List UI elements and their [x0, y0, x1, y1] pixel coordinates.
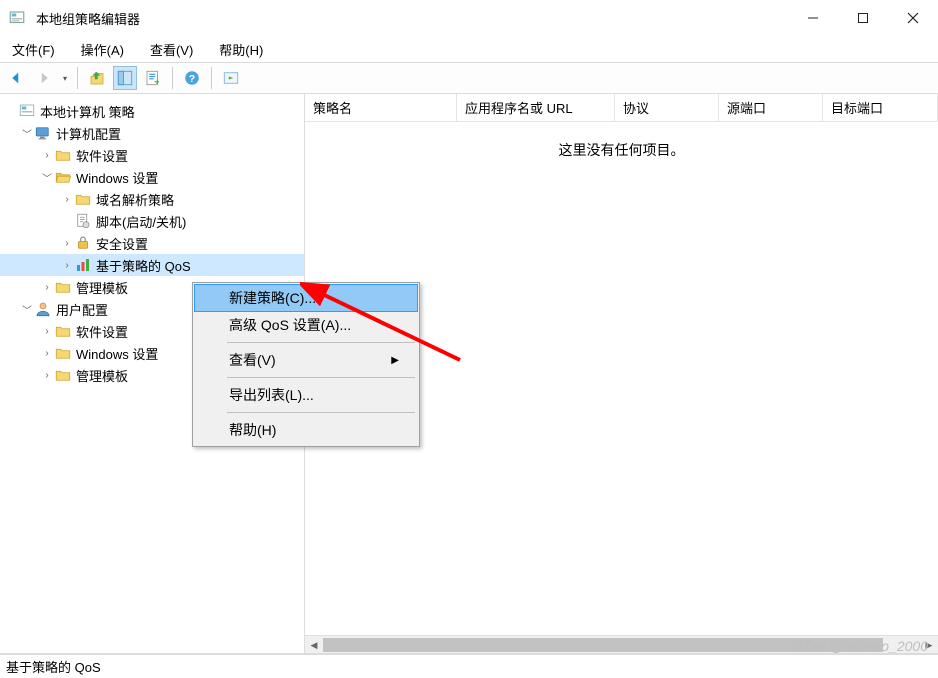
tree-label: 软件设置	[76, 146, 128, 165]
tree-label: 域名解析策略	[96, 190, 174, 209]
tree-root[interactable]: ▸ 本地计算机 策略	[0, 100, 304, 122]
col-source-port[interactable]: 源端口	[719, 94, 823, 121]
svg-text:?: ?	[189, 73, 195, 85]
folder-icon	[54, 344, 72, 362]
col-protocol[interactable]: 协议	[615, 94, 719, 121]
ctx-view[interactable]: 查看(V) ▶	[195, 346, 417, 374]
titlebar: 本地组策略编辑器	[0, 0, 938, 36]
ctx-separator	[227, 412, 415, 413]
tree-root-label: 本地计算机 策略	[40, 102, 135, 121]
qos-icon	[74, 256, 92, 274]
close-button[interactable]	[888, 0, 938, 36]
folder-icon	[74, 190, 92, 208]
col-app-or-url[interactable]: 应用程序名或 URL	[457, 94, 615, 121]
tree-label: 计算机配置	[56, 124, 121, 143]
lock-icon	[74, 234, 92, 252]
tree-label: 管理模板	[76, 278, 128, 297]
show-hide-tree-button[interactable]	[113, 66, 137, 90]
show-hide-action-button[interactable]	[219, 66, 243, 90]
app-icon	[6, 7, 28, 29]
tree-security-settings[interactable]: › 安全设置	[0, 232, 304, 254]
ctx-separator	[227, 377, 415, 378]
ctx-new-policy[interactable]: 新建策略(C)...	[194, 284, 418, 312]
folder-icon	[54, 146, 72, 164]
col-policy-name[interactable]: 策略名	[305, 94, 457, 121]
maximize-button[interactable]	[838, 0, 888, 36]
ctx-label: 新建策略(C)...	[229, 288, 316, 308]
menu-help[interactable]: 帮助(H)	[215, 38, 267, 61]
tree-label: 脚本(启动/关机)	[96, 212, 186, 231]
context-menu: 新建策略(C)... 高级 QoS 设置(A)... 查看(V) ▶ 导出列表(L…	[192, 282, 420, 447]
submenu-arrow-icon: ▶	[391, 355, 399, 366]
ctx-label: 导出列表(L)...	[229, 385, 314, 405]
forward-button[interactable]	[32, 66, 56, 90]
ctx-advanced-qos[interactable]: 高级 QoS 设置(A)...	[195, 311, 417, 339]
ctx-help[interactable]: 帮助(H)	[195, 416, 417, 444]
up-button[interactable]	[85, 66, 109, 90]
ctx-export-list[interactable]: 导出列表(L)...	[195, 381, 417, 409]
tree-label: 用户配置	[56, 300, 108, 319]
content-area: ▸ 本地计算机 策略 ﹀ 计算机配置	[0, 94, 938, 654]
col-dest-port[interactable]: 目标端口	[823, 94, 938, 121]
minimize-button[interactable]	[788, 0, 838, 36]
back-button[interactable]	[4, 66, 28, 90]
menubar: 文件(F) 操作(A) 查看(V) 帮助(H)	[0, 36, 938, 62]
tree-software-settings[interactable]: › 软件设置	[0, 144, 304, 166]
export-list-button[interactable]	[141, 66, 165, 90]
menu-action[interactable]: 操作(A)	[77, 38, 128, 61]
tree-label: 管理模板	[76, 366, 128, 385]
tree-dns-policy[interactable]: › 域名解析策略	[0, 188, 304, 210]
ctx-label: 查看(V)	[229, 350, 276, 370]
script-icon	[74, 212, 92, 230]
scroll-left-arrow[interactable]: ◀	[305, 636, 323, 654]
tree-qos-policy[interactable]: › 基于策略的 QoS	[0, 254, 304, 276]
empty-message: 这里没有任何项目。	[305, 122, 938, 160]
ctx-label: 高级 QoS 设置(A)...	[229, 315, 351, 335]
tree-label: 安全设置	[96, 234, 148, 253]
computer-icon	[34, 124, 52, 142]
toolbar: ▾ ?	[0, 62, 938, 94]
user-icon	[34, 300, 52, 318]
status-text: 基于策略的 QoS	[6, 657, 101, 676]
folder-icon	[54, 278, 72, 296]
tree-label: 基于策略的 QoS	[96, 256, 191, 275]
ctx-label: 帮助(H)	[229, 420, 276, 440]
tree-label: Windows 设置	[76, 344, 158, 363]
tree-label: Windows 设置	[76, 168, 158, 187]
tree-scripts[interactable]: › 脚本(启动/关机)	[0, 210, 304, 232]
window-title: 本地组策略编辑器	[36, 9, 788, 28]
menu-file[interactable]: 文件(F)	[8, 38, 59, 61]
policy-icon	[18, 102, 36, 120]
tree-label: 软件设置	[76, 322, 128, 341]
ctx-separator	[227, 342, 415, 343]
folder-open-icon	[54, 168, 72, 186]
watermark: CSDN @oldmao_2000	[785, 638, 928, 654]
nav-history-dropdown[interactable]: ▾	[60, 74, 70, 83]
folder-icon	[54, 366, 72, 384]
folder-icon	[54, 322, 72, 340]
tree-computer-config[interactable]: ﹀ 计算机配置	[0, 122, 304, 144]
tree-windows-settings[interactable]: ﹀ Windows 设置	[0, 166, 304, 188]
list-header: 策略名 应用程序名或 URL 协议 源端口 目标端口	[305, 94, 938, 122]
help-button[interactable]: ?	[180, 66, 204, 90]
menu-view[interactable]: 查看(V)	[146, 38, 197, 61]
